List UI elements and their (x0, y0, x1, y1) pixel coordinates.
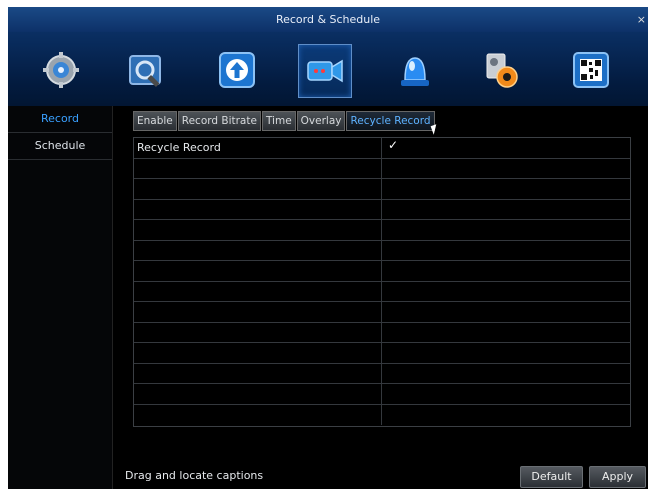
record-schedule-window: Record & Schedule × Record Schedule Enab… (8, 7, 648, 489)
default-button[interactable]: Default (520, 466, 583, 488)
table-cell (134, 179, 382, 199)
table-row (134, 302, 630, 323)
settings-table: Recycle Record ✓ (133, 137, 631, 427)
tab-bar: Enable Record Bitrate Time Overlay Recyc… (133, 111, 436, 131)
main-toolbar (8, 32, 648, 106)
recycle-record-label: Recycle Record (137, 141, 221, 154)
table-cell (134, 404, 382, 425)
sidebar-item-label: Record (40, 112, 79, 125)
table-cell (134, 261, 382, 281)
upload-icon[interactable] (211, 44, 263, 96)
table-row (134, 281, 630, 302)
tab-record-bitrate[interactable]: Record Bitrate (177, 111, 261, 131)
title-bar: Record & Schedule × (8, 7, 648, 32)
table-cell (134, 220, 382, 240)
tab-time[interactable]: Time (261, 111, 296, 131)
window-title: Record & Schedule (275, 13, 381, 26)
table-row (134, 199, 630, 220)
close-icon[interactable]: × (637, 7, 646, 32)
table-row (134, 261, 630, 282)
table-row (134, 363, 630, 384)
sidebar-item-label: Schedule (34, 139, 86, 152)
drag-captions-hint: Drag and locate captions (125, 469, 264, 482)
table-row: Recycle Record ✓ (134, 138, 630, 159)
table-row (134, 384, 630, 405)
alarm-siren-icon[interactable] (389, 44, 441, 96)
table-row (134, 404, 630, 425)
sidebar-item-record[interactable]: Record (8, 106, 112, 133)
sidebar: Record Schedule (8, 106, 113, 489)
table-row (134, 158, 630, 179)
table-cell (134, 302, 382, 322)
search-playback-icon[interactable] (122, 44, 174, 96)
table-cell (134, 158, 382, 178)
table-cell (134, 281, 382, 301)
table-row (134, 179, 630, 200)
settings-disk-icon[interactable] (475, 44, 527, 96)
table-cell (134, 322, 382, 342)
recycle-record-checkbox[interactable]: ✓ (388, 138, 398, 152)
table-cell (134, 240, 382, 260)
camera-record-icon[interactable] (298, 44, 352, 98)
qr-code-icon[interactable] (565, 44, 617, 96)
mouse-cursor-icon (430, 124, 440, 135)
sidebar-item-schedule[interactable]: Schedule (8, 133, 112, 160)
apply-button[interactable]: Apply (589, 466, 646, 488)
table-cell (134, 363, 382, 383)
table-cell (134, 384, 382, 404)
tab-overlay[interactable]: Overlay (296, 111, 346, 131)
table-cell: Recycle Record (134, 138, 382, 158)
table-cell (134, 343, 382, 363)
table-row (134, 240, 630, 261)
tab-enable[interactable]: Enable (133, 111, 177, 131)
tab-recycle-record[interactable]: Recycle Record (346, 111, 435, 131)
table-row (134, 322, 630, 343)
table-cell (134, 199, 382, 219)
system-gear-icon[interactable] (35, 44, 87, 96)
table-row (134, 220, 630, 241)
table-row (134, 343, 630, 364)
